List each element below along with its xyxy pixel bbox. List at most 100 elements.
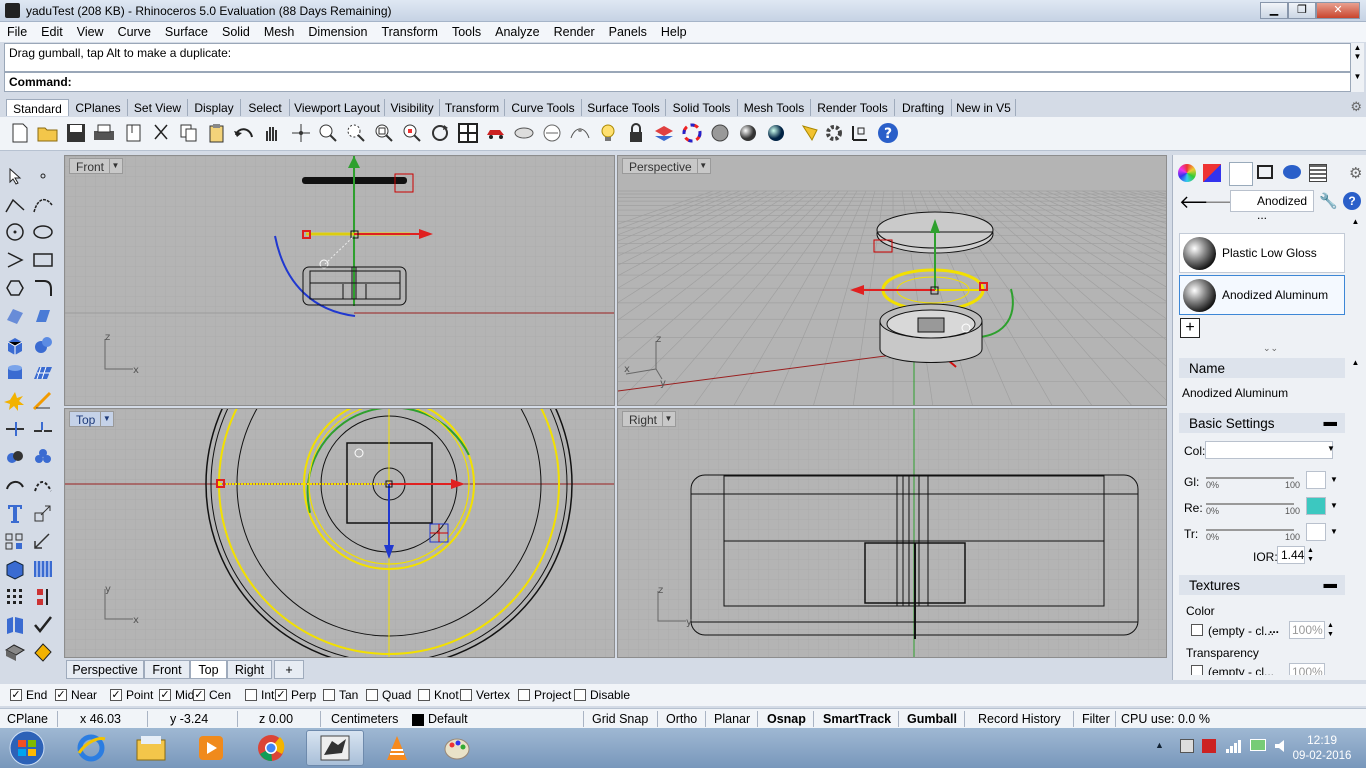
- join-icon[interactable]: [31, 417, 55, 441]
- material-list-scrollbar[interactable]: ▲: [1349, 217, 1362, 345]
- osnap-perp[interactable]: ✓ Perp: [275, 688, 316, 702]
- planar-toggle[interactable]: Planar: [714, 712, 750, 726]
- print-icon[interactable]: [92, 121, 116, 145]
- osnap-toggle[interactable]: Osnap: [767, 712, 806, 726]
- viewport-perspective[interactable]: z x y Perspective ▼: [617, 155, 1167, 406]
- reflectivity-slider[interactable]: [1206, 503, 1294, 505]
- chevron-down-icon[interactable]: ▼: [1330, 501, 1338, 510]
- trim-icon[interactable]: [31, 389, 55, 413]
- viewport-front[interactable]: z x Front ▼: [64, 155, 615, 406]
- osnap-checkbox[interactable]: ✓: [110, 689, 122, 701]
- libraries-tab-icon[interactable]: [1309, 164, 1327, 182]
- vp-tab-perspective[interactable]: Perspective: [66, 660, 144, 679]
- wrench-icon[interactable]: 🔧: [1319, 192, 1338, 210]
- drape-icon[interactable]: [3, 640, 27, 664]
- layer-icon[interactable]: [652, 121, 676, 145]
- tab-standard[interactable]: Standard: [6, 99, 69, 116]
- tab-surface-tools[interactable]: Surface Tools: [582, 99, 666, 116]
- spotlight-icon[interactable]: [798, 121, 822, 145]
- surface-icon[interactable]: [3, 304, 27, 328]
- internet-explorer-icon[interactable]: [62, 730, 120, 766]
- texture-color-spinner[interactable]: ▲ ▼: [1327, 621, 1334, 639]
- osnap-checkbox[interactable]: [323, 689, 335, 701]
- chevron-down-icon[interactable]: ▼: [1330, 475, 1338, 484]
- menu-dimension[interactable]: Dimension: [301, 22, 374, 39]
- antivirus-icon[interactable]: [1202, 739, 1216, 753]
- texture-transparency-amount[interactable]: 100%: [1289, 663, 1325, 675]
- battery-icon[interactable]: [1250, 739, 1266, 751]
- vp-tab-top[interactable]: Top: [190, 660, 227, 679]
- cplane-icon[interactable]: [540, 121, 564, 145]
- curve-points-icon[interactable]: [31, 585, 55, 609]
- material-item-anodized-aluminum[interactable]: Anodized Aluminum: [1179, 275, 1345, 315]
- gumball-icon[interactable]: [848, 121, 872, 145]
- basic-settings-header[interactable]: Basic Settings ▬: [1179, 413, 1345, 433]
- transparency-color-swatch[interactable]: [1306, 523, 1326, 541]
- ior-spinner[interactable]: ▲ ▼: [1307, 546, 1314, 564]
- paint-bucket-icon[interactable]: [31, 640, 55, 664]
- chevron-down-icon[interactable]: ▼: [1327, 444, 1335, 453]
- osnap-mid[interactable]: ✓ Mid: [159, 688, 194, 702]
- viewport-label-perspective[interactable]: Perspective ▼: [622, 158, 711, 174]
- zoom-extents-icon[interactable]: [372, 121, 396, 145]
- chevron-down-icon[interactable]: ▼: [696, 159, 709, 173]
- gloss-color-swatch[interactable]: [1306, 471, 1326, 489]
- chevron-down-icon[interactable]: ▼: [100, 412, 112, 426]
- mesh-icon[interactable]: [31, 361, 55, 385]
- tab-visibility[interactable]: Visibility: [385, 99, 440, 116]
- mirror-icon[interactable]: [31, 473, 55, 497]
- select-arrow-icon[interactable]: [3, 164, 27, 188]
- color-wheel-icon[interactable]: [680, 121, 704, 145]
- menu-tools[interactable]: Tools: [445, 22, 488, 39]
- action-center-icon[interactable]: [1180, 739, 1194, 753]
- scale-icon[interactable]: [31, 501, 55, 525]
- tab-drafting[interactable]: Drafting: [895, 99, 952, 116]
- start-button[interactable]: [4, 729, 50, 767]
- command-input[interactable]: Command:: [4, 72, 1351, 92]
- analyze-curvature-icon[interactable]: [568, 121, 592, 145]
- menu-view[interactable]: View: [70, 22, 111, 39]
- network-icon[interactable]: [1226, 739, 1242, 756]
- osnap-checkbox[interactable]: ✓: [159, 689, 171, 701]
- close-button[interactable]: ✕: [1316, 2, 1360, 19]
- panel-help-icon[interactable]: ?: [1343, 192, 1361, 210]
- chevron-down-icon[interactable]: ▼: [662, 412, 674, 426]
- hatch-icon[interactable]: [31, 557, 55, 581]
- rectangle-icon[interactable]: [31, 248, 55, 272]
- file-explorer-icon[interactable]: [122, 730, 180, 766]
- osnap-cen[interactable]: ✓ Cen: [193, 688, 231, 702]
- osnap-int[interactable]: Int: [245, 688, 274, 702]
- osnap-checkbox[interactable]: [460, 689, 472, 701]
- save-icon[interactable]: [64, 121, 88, 145]
- texture-transparency-value[interactable]: (empty - cl...: [1208, 665, 1274, 675]
- textures-header[interactable]: Textures ▬: [1179, 575, 1345, 595]
- osnap-checkbox[interactable]: [245, 689, 257, 701]
- ellipse-icon[interactable]: [31, 220, 55, 244]
- maximize-button[interactable]: ❐: [1288, 2, 1316, 19]
- circle-icon[interactable]: [3, 220, 27, 244]
- menu-edit[interactable]: Edit: [34, 22, 70, 39]
- viewport-label-right[interactable]: Right ▼: [622, 411, 677, 427]
- arc-icon[interactable]: [3, 248, 27, 272]
- paint-icon[interactable]: [428, 730, 486, 766]
- rendered-sphere-icon[interactable]: [764, 121, 788, 145]
- tab-solid-tools[interactable]: Solid Tools: [666, 99, 738, 116]
- add-viewport-tab-button[interactable]: +: [274, 660, 304, 679]
- osnap-vertex[interactable]: Vertex: [460, 688, 510, 702]
- material-item-plastic-low-gloss[interactable]: Plastic Low Gloss: [1179, 233, 1345, 273]
- layer-status[interactable]: Default: [428, 712, 468, 726]
- osnap-point[interactable]: ✓ Point: [110, 688, 153, 702]
- extrude-surface-icon[interactable]: [31, 304, 55, 328]
- toolbar-settings-gear-icon[interactable]: ⚙: [1350, 99, 1362, 115]
- grid-points-icon[interactable]: [3, 585, 27, 609]
- filter-toggle[interactable]: Filter: [1082, 712, 1110, 726]
- osnap-checkbox[interactable]: ✓: [10, 689, 22, 701]
- command-scrollbar[interactable]: ▼: [1351, 72, 1364, 92]
- smarttrack-toggle[interactable]: SmartTrack: [823, 712, 891, 726]
- menu-help[interactable]: Help: [654, 22, 694, 39]
- osnap-checkbox[interactable]: [418, 689, 430, 701]
- menu-file[interactable]: File: [0, 22, 34, 39]
- osnap-checkbox[interactable]: [574, 689, 586, 701]
- boolean-union-icon[interactable]: [3, 445, 27, 469]
- menu-render[interactable]: Render: [547, 22, 602, 39]
